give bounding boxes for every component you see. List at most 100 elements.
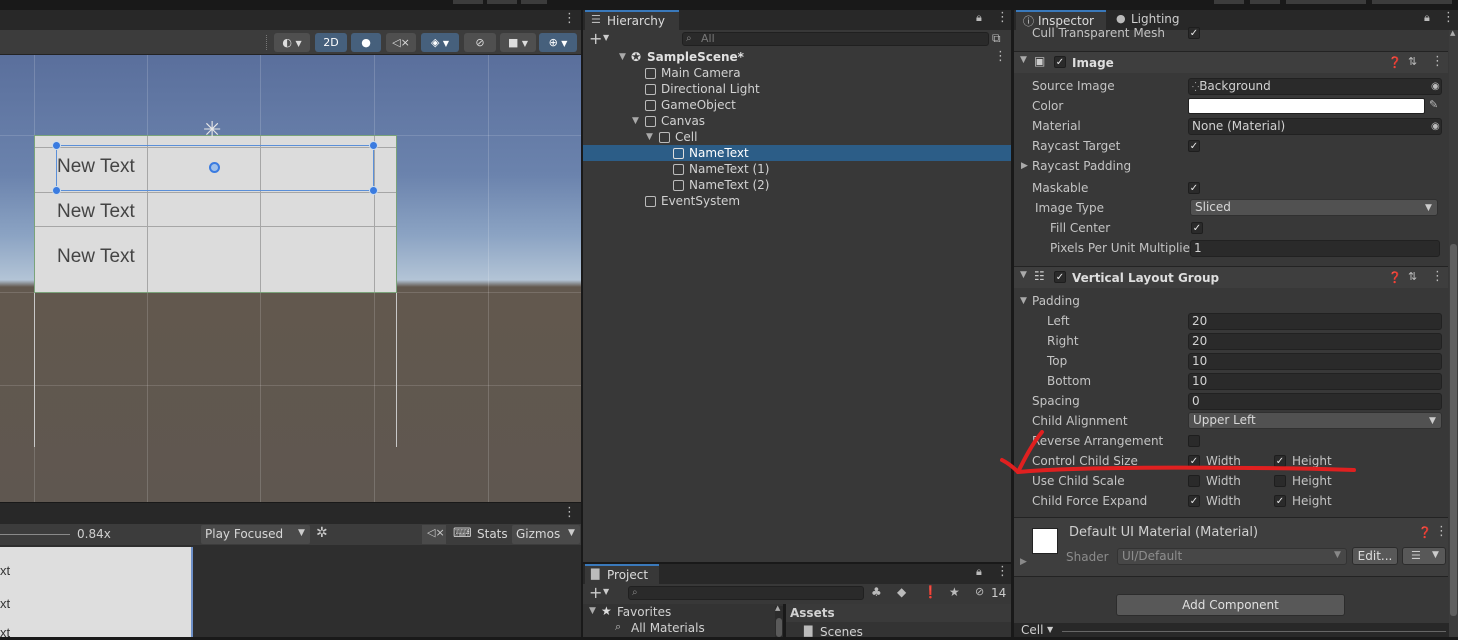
hierarchy-item-selected[interactable]: NameText xyxy=(583,145,1011,161)
shader-options-dropdown[interactable]: ☰ ▼ xyxy=(1402,547,1446,565)
eye-slash-icon[interactable]: ⊘ xyxy=(975,585,984,598)
tab-lighting[interactable]: Lighting xyxy=(1131,12,1180,26)
search-options-icon[interactable]: ⧉ xyxy=(992,31,1001,46)
resize-handle[interactable] xyxy=(52,141,61,150)
object-picker-icon[interactable]: ◉ xyxy=(1431,119,1440,134)
padding-label[interactable]: Padding xyxy=(1032,294,1080,308)
resize-handle[interactable] xyxy=(369,186,378,195)
filter-type-icon[interactable]: ♣ xyxy=(871,585,882,599)
mute-audio-button[interactable]: ◁× xyxy=(422,525,446,544)
bug-icon[interactable]: ✲ xyxy=(316,525,328,541)
raycast-target-checkbox[interactable]: ✓ xyxy=(1188,140,1200,152)
vlg-component-header[interactable]: ▼ ☷ ✓ Vertical Layout Group ❓ ⇅ ⋮ xyxy=(1014,266,1448,288)
lock-icon[interactable]: 🔒︎ xyxy=(976,565,982,579)
expand-width-checkbox[interactable]: ✓ xyxy=(1188,495,1200,507)
hierarchy-item[interactable]: ▼ Canvas xyxy=(583,113,1011,129)
gizmos-dropdown[interactable]: ⊕ ▼ xyxy=(539,33,577,52)
image-component-header[interactable]: ▼ ▣ ✓ Image ❓ ⇅ ⋮ xyxy=(1014,51,1448,73)
more-options-icon[interactable]: ⋮ xyxy=(1431,54,1444,69)
expand-arrow-icon[interactable]: ▶ xyxy=(1020,557,1027,567)
expand-arrow-icon[interactable]: ▼ xyxy=(619,49,626,65)
effects-dropdown[interactable]: ◈ ▼ xyxy=(421,33,459,52)
material-field[interactable]: None (Material) ◉ xyxy=(1188,118,1442,135)
source-image-field[interactable]: ⁛Background ◉ xyxy=(1188,78,1442,95)
expand-arrow-icon[interactable]: ▼ xyxy=(589,606,596,616)
raycast-padding-label[interactable]: Raycast Padding xyxy=(1032,159,1131,173)
more-options-icon[interactable]: ⋮ xyxy=(1435,524,1448,539)
all-materials-item[interactable]: All Materials xyxy=(631,621,705,635)
help-icon[interactable]: ❓ xyxy=(1388,271,1402,284)
lock-icon[interactable]: 🔒︎ xyxy=(976,11,982,25)
hierarchy-item[interactable]: Main Camera xyxy=(583,65,1011,81)
shader-edit-button[interactable]: Edit... xyxy=(1352,547,1398,565)
hierarchy-item[interactable]: GameObject xyxy=(583,97,1011,113)
keyboard-icon[interactable]: ⌨ xyxy=(453,526,472,541)
gizmos-dropdown[interactable]: Gizmos ▼ xyxy=(512,525,580,544)
hierarchy-item[interactable]: EventSystem xyxy=(583,193,1011,209)
audio-toggle-button[interactable]: ◁× xyxy=(386,33,416,52)
top-toolbar-button[interactable] xyxy=(1372,0,1452,4)
add-component-button[interactable]: Add Component xyxy=(1116,594,1345,616)
star-icon[interactable]: ★ xyxy=(949,585,960,599)
add-icon[interactable]: + xyxy=(589,29,602,48)
object-picker-icon[interactable]: ◉ xyxy=(1431,79,1440,94)
expand-arrow-icon[interactable]: ▼ xyxy=(646,129,653,145)
scale-slider[interactable] xyxy=(0,534,70,535)
top-toolbar-button[interactable] xyxy=(521,0,547,4)
expand-arrow-icon[interactable]: ▶ xyxy=(1021,161,1028,171)
hierarchy-scene-row[interactable]: ▼ ✪ SampleScene* ⋮ xyxy=(583,49,1011,65)
ppu-field[interactable]: 1 xyxy=(1190,240,1440,257)
tab-hierarchy[interactable]: ☰ Hierarchy xyxy=(585,10,679,30)
top-toolbar-button[interactable] xyxy=(1214,0,1244,4)
expand-arrow-icon[interactable]: ▼ xyxy=(1020,55,1027,65)
canvas-text[interactable]: New Text xyxy=(57,201,135,223)
lock-icon[interactable]: 🔒︎ xyxy=(1424,11,1430,25)
hidden-objects-toggle[interactable]: ⊘ xyxy=(464,33,496,52)
dropdown-arrow-icon[interactable]: ▼ xyxy=(603,587,609,596)
eyedropper-icon[interactable]: ✎ xyxy=(1429,98,1438,111)
more-options-icon[interactable]: ⋮ xyxy=(1442,10,1455,25)
hierarchy-item[interactable]: NameText (1) xyxy=(583,161,1011,177)
dropdown-arrow-icon[interactable]: ▼ xyxy=(1047,625,1053,634)
lighting-toggle-button[interactable]: ● xyxy=(351,33,381,52)
more-options-icon[interactable]: ⋮ xyxy=(1431,269,1444,284)
tab-project[interactable]: ▇ Project xyxy=(585,564,659,584)
add-icon[interactable]: + xyxy=(589,583,602,602)
more-options-icon[interactable]: ⋮ xyxy=(994,49,1007,65)
cull-transparent-checkbox[interactable]: ✓ xyxy=(1188,27,1200,39)
top-toolbar-button[interactable] xyxy=(453,0,483,4)
top-toolbar-button[interactable] xyxy=(1250,0,1280,4)
scroll-up-icon[interactable]: ▲ xyxy=(1450,29,1455,37)
expand-arrow-icon[interactable]: ▼ xyxy=(1020,296,1027,306)
preset-icon[interactable]: ⇅ xyxy=(1408,55,1417,68)
help-icon[interactable]: ❓ xyxy=(1418,526,1432,539)
shader-dropdown[interactable]: UI/Default ▼ xyxy=(1117,548,1347,565)
resize-handle[interactable] xyxy=(52,186,61,195)
resize-handle[interactable] xyxy=(369,141,378,150)
more-options-icon[interactable]: ⋮ xyxy=(996,10,1009,25)
lightbulb-icon[interactable]: ● xyxy=(1116,12,1126,25)
dropdown-arrow-icon[interactable]: ▼ xyxy=(603,33,609,42)
vlg-enabled-checkbox[interactable]: ✓ xyxy=(1054,271,1066,283)
inspector-scrollbar-thumb[interactable] xyxy=(1450,244,1457,616)
expand-height-checkbox[interactable]: ✓ xyxy=(1274,495,1286,507)
child-alignment-dropdown[interactable]: Upper Left ▼ xyxy=(1188,412,1442,429)
spacing-field[interactable]: 0 xyxy=(1188,393,1442,410)
scrollbar[interactable]: ▲ xyxy=(775,604,783,637)
hierarchy-item[interactable]: Directional Light xyxy=(583,81,1011,97)
directional-light-gizmo-icon[interactable]: ✳ xyxy=(203,118,221,143)
2d-toggle-button[interactable]: 2D xyxy=(315,33,347,52)
warning-icon[interactable]: ❗ xyxy=(923,585,938,599)
padding-bottom-field[interactable]: 10 xyxy=(1188,373,1442,390)
hierarchy-item[interactable]: ▼ Cell xyxy=(583,129,1011,145)
scrollbar-thumb[interactable] xyxy=(776,618,782,637)
maskable-checkbox[interactable]: ✓ xyxy=(1188,182,1200,194)
image-enabled-checkbox[interactable]: ✓ xyxy=(1054,56,1066,68)
padding-right-field[interactable]: 20 xyxy=(1188,333,1442,350)
stats-button[interactable]: Stats xyxy=(477,527,508,541)
help-icon[interactable]: ❓ xyxy=(1388,56,1402,69)
project-search-input[interactable]: ⌕ xyxy=(628,586,864,600)
scroll-up-icon[interactable]: ▲ xyxy=(775,604,780,612)
canvas-text[interactable]: New Text xyxy=(57,246,135,268)
expand-arrow-icon[interactable]: ▼ xyxy=(632,113,639,129)
